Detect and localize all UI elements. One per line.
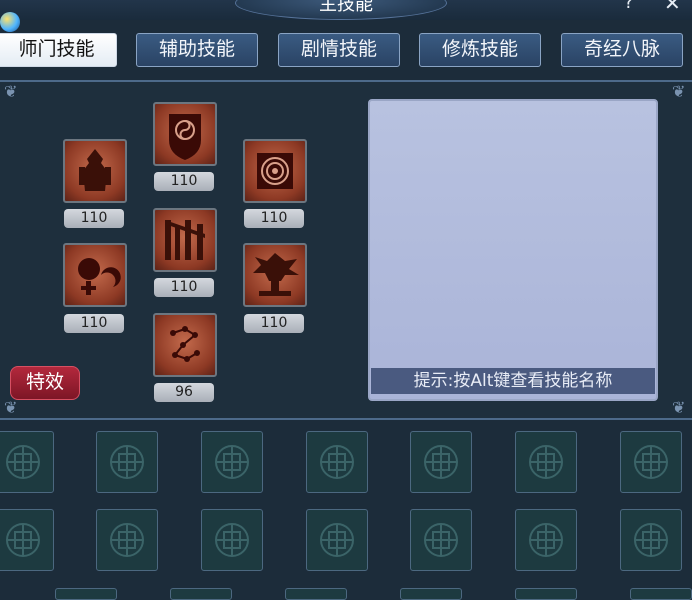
shortcut-slot[interactable] [306,509,368,571]
tab-school-skills[interactable]: 师门技能 [0,33,117,67]
close-button[interactable]: ✕ [664,0,681,13]
tab-story-skills[interactable]: 剧情技能 [278,33,400,67]
shortcut-slot[interactable] [170,588,232,600]
ornamental-knot-icon [424,445,458,479]
skill-level: 110 [244,209,304,228]
ornamental-knot-icon [634,523,668,557]
skill-description-panel [368,99,658,401]
skill-level: 110 [244,314,304,333]
shortcut-slot[interactable] [0,509,54,571]
skill-level: 110 [64,314,124,333]
orb-icon [0,12,20,32]
stone-pillars-icon[interactable] [153,208,217,272]
corner-ornament: ❦ [672,82,686,101]
skill-level: 96 [154,383,214,402]
hint-text: 提示:按Alt键查看技能名称 [371,368,655,394]
ornamental-knot-icon [110,523,144,557]
shortcut-slot[interactable] [410,431,472,493]
ornamental-knot-icon [215,445,249,479]
taiji-shield-icon[interactable] [153,102,217,166]
ornamental-knot-icon [320,445,354,479]
shortcut-slot[interactable] [96,509,158,571]
ornamental-knot-icon [215,523,249,557]
tab-meridian-skills[interactable]: 奇经八脉 [561,33,683,67]
window-title: 主技能 [319,0,373,15]
ornamental-knot-icon [529,523,563,557]
shortcut-slot[interactable] [620,431,682,493]
crescent-orb-icon[interactable] [63,243,127,307]
shortcut-slot[interactable] [515,588,577,600]
shortcut-slot[interactable] [201,431,263,493]
shortcut-slot[interactable] [306,431,368,493]
ornamental-knot-icon [6,445,40,479]
shortcut-slot[interactable] [630,588,692,600]
skill-level: 110 [64,209,124,228]
ornamental-knot-icon [6,523,40,557]
help-button[interactable]: ? [624,0,634,12]
tab-support-skills[interactable]: 辅助技能 [136,33,258,67]
shortcut-slot[interactable] [400,588,462,600]
shortcut-slot[interactable] [410,509,472,571]
effects-button[interactable]: 特效 [10,366,80,400]
shortcut-slot[interactable] [515,431,577,493]
shortcut-slot[interactable] [55,588,117,600]
shortcut-slot[interactable] [285,588,347,600]
corner-ornament: ❦ [672,398,686,417]
skill-level: 110 [154,278,214,297]
shortcut-slot[interactable] [96,431,158,493]
corner-ornament: ❦ [4,82,18,101]
tree-spirit-icon[interactable] [243,243,307,307]
ornamental-knot-icon [110,445,144,479]
ornamental-knot-icon [634,445,668,479]
corner-ornament: ❦ [4,398,18,417]
ornamental-knot-icon [320,523,354,557]
shortcut-slot[interactable] [0,431,54,493]
constellation-icon[interactable] [153,313,217,377]
shortcut-slot[interactable] [620,509,682,571]
spiral-seal-icon[interactable] [243,139,307,203]
tab-cultivation-skills[interactable]: 修炼技能 [419,33,541,67]
ornamental-knot-icon [424,523,458,557]
armored-warrior-icon[interactable] [63,139,127,203]
skill-level: 110 [154,172,214,191]
shortcut-slot[interactable] [515,509,577,571]
shortcut-slot[interactable] [201,509,263,571]
ornamental-knot-icon [529,445,563,479]
